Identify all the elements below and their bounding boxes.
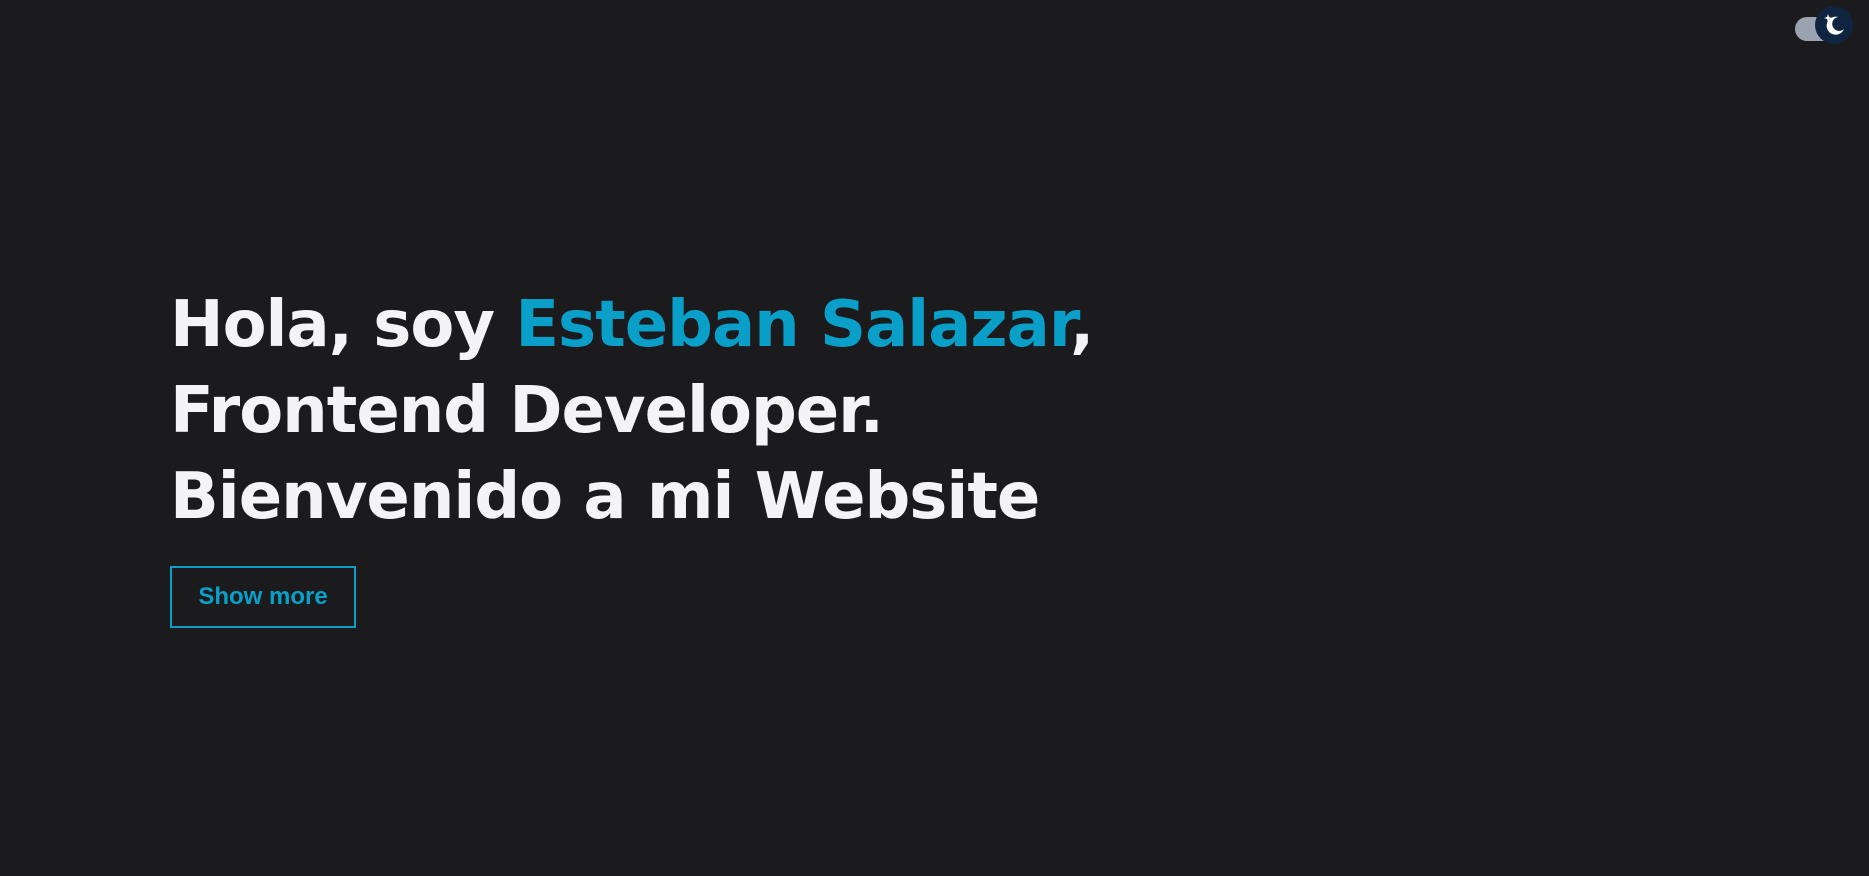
role-text: Frontend Developer. — [170, 374, 884, 448]
moon-stars-icon — [1824, 14, 1844, 35]
hero-heading: Hola, soy Esteban Salazar, Frontend Deve… — [170, 282, 1370, 540]
comma-text: , — [1069, 288, 1094, 362]
hero-line-1: Hola, soy Esteban Salazar, — [170, 282, 1370, 368]
toggle-knob — [1815, 6, 1853, 44]
theme-toggle[interactable] — [1793, 6, 1853, 44]
welcome-text: Bienvenido a mi Website — [170, 460, 1040, 534]
developer-name: Esteban Salazar — [515, 288, 1071, 362]
show-more-button[interactable]: Show more — [170, 566, 356, 628]
greeting-text: Hola, soy — [170, 288, 516, 362]
hero-section: Hola, soy Esteban Salazar, Frontend Deve… — [170, 282, 1370, 540]
